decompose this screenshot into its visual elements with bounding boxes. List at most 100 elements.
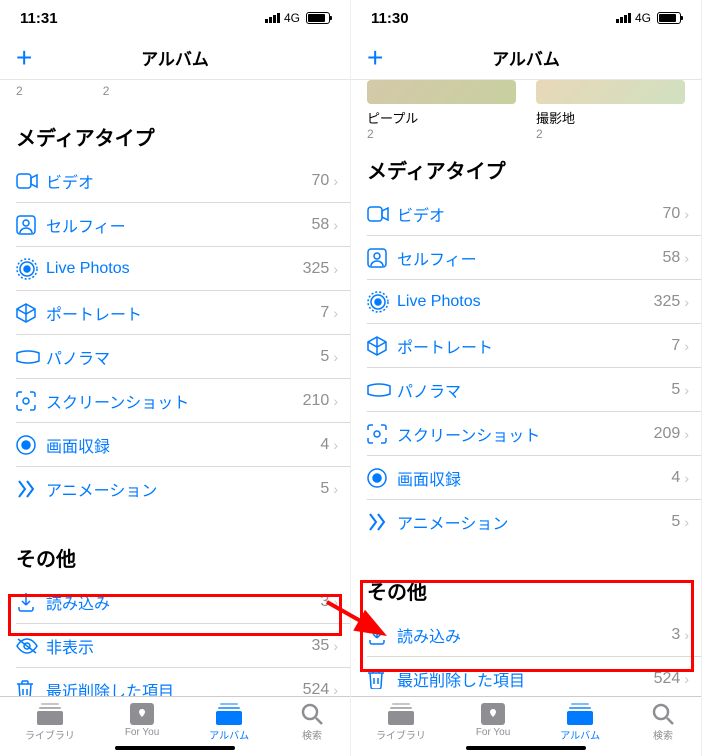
section-other: その他 xyxy=(16,529,350,580)
tab-label: 検索 xyxy=(302,727,322,742)
home-indicator[interactable] xyxy=(466,746,586,750)
album-thumb-people xyxy=(367,80,516,104)
item-count: 70 xyxy=(663,205,681,223)
list-item-screenshot[interactable]: スクリーンショット210› xyxy=(16,379,350,423)
status-time: 11:30 xyxy=(371,10,409,27)
list-item-pano[interactable]: パノラマ5› xyxy=(16,335,350,379)
item-label: 非表示 xyxy=(46,634,312,658)
library-icon xyxy=(37,703,63,725)
chevron-right-icon: › xyxy=(333,173,338,189)
item-count: 70 xyxy=(312,172,330,190)
album-thumb-places xyxy=(536,80,685,104)
import-icon xyxy=(16,592,46,612)
add-button[interactable]: + xyxy=(16,44,32,72)
chevron-right-icon: › xyxy=(333,437,338,453)
list-item-live[interactable]: Live Photos325› xyxy=(367,280,701,324)
video-icon xyxy=(16,173,46,189)
chevron-right-icon: › xyxy=(333,638,338,654)
network-label: 4G xyxy=(635,11,651,25)
live-icon xyxy=(16,258,46,280)
right-content[interactable]: ピープル 2 撮影地 2 メディアタイプ ビデオ70›セルフィー58›Live … xyxy=(351,80,701,696)
chevron-right-icon: › xyxy=(333,682,338,696)
tab-library[interactable]: ライブラリ xyxy=(376,703,426,742)
item-count: 7 xyxy=(320,304,329,322)
item-label: ビデオ xyxy=(46,169,312,193)
item-count: 325 xyxy=(654,293,681,311)
item-label: アニメーション xyxy=(46,477,320,501)
list-item-import[interactable]: 読み込み3› xyxy=(367,613,701,657)
selfie-icon xyxy=(367,248,397,268)
tab-search[interactable]: 検索 xyxy=(299,703,325,742)
list-item-trash[interactable]: 最近削除した項目524› xyxy=(367,657,701,696)
list-item-record[interactable]: 画面収録4› xyxy=(367,456,701,500)
record-icon xyxy=(16,435,46,455)
item-label: スクリーンショット xyxy=(397,422,654,446)
item-count: 5 xyxy=(320,348,329,366)
item-count: 4 xyxy=(671,469,680,487)
list-item-pano[interactable]: パノラマ5› xyxy=(367,368,701,412)
item-label: セルフィー xyxy=(397,246,663,270)
chevron-right-icon: › xyxy=(684,338,689,354)
left-content[interactable]: 2 2 メディアタイプ ビデオ70›セルフィー58›Live Photos325… xyxy=(0,80,350,696)
list-item-portrait[interactable]: ポートレート7› xyxy=(16,291,350,335)
tab-albums[interactable]: アルバム xyxy=(209,703,249,742)
chevron-right-icon: › xyxy=(333,349,338,365)
list-item-live[interactable]: Live Photos325› xyxy=(16,247,350,291)
album-places[interactable]: 撮影地 2 xyxy=(536,80,685,141)
list-item-video[interactable]: ビデオ70› xyxy=(367,192,701,236)
chevron-right-icon: › xyxy=(684,671,689,687)
item-count: 325 xyxy=(303,260,330,278)
screenshot-icon xyxy=(367,424,397,444)
list-item-selfie[interactable]: セルフィー58› xyxy=(367,236,701,280)
list-item-trash[interactable]: 最近削除した項目524› xyxy=(16,668,350,696)
list-item-anim[interactable]: アニメーション5› xyxy=(16,467,350,511)
chevron-right-icon: › xyxy=(684,514,689,530)
album-people[interactable]: ピープル 2 xyxy=(367,80,516,141)
item-label: アニメーション xyxy=(397,510,671,534)
list-item-selfie[interactable]: セルフィー58› xyxy=(16,203,350,247)
list-item-portrait[interactable]: ポートレート7› xyxy=(367,324,701,368)
tab-search[interactable]: 検索 xyxy=(650,703,676,742)
signal-bars-icon xyxy=(616,13,631,23)
chevron-right-icon: › xyxy=(333,481,338,497)
item-label: Live Photos xyxy=(46,260,303,278)
tab-label: ライブラリ xyxy=(25,727,75,742)
item-label: ポートレート xyxy=(46,301,320,325)
item-count: 7 xyxy=(671,337,680,355)
tab-foryou[interactable]: For You xyxy=(476,703,510,738)
nav-title: アルバム xyxy=(141,45,209,70)
tab-label: For You xyxy=(125,727,159,738)
add-button[interactable]: + xyxy=(367,44,383,72)
chevron-right-icon: › xyxy=(333,305,338,321)
chevron-right-icon: › xyxy=(333,594,338,610)
status-right: 4G xyxy=(616,11,681,25)
item-label: 読み込み xyxy=(397,623,671,647)
item-count: 5 xyxy=(320,480,329,498)
foryou-icon xyxy=(129,703,155,725)
list-item-video[interactable]: ビデオ70› xyxy=(16,159,350,203)
list-item-anim[interactable]: アニメーション5› xyxy=(367,500,701,544)
item-count: 524 xyxy=(303,681,330,696)
list-item-record[interactable]: 画面収録4› xyxy=(16,423,350,467)
status-bar: 11:31 4G xyxy=(0,0,350,36)
anim-icon xyxy=(16,479,46,499)
list-item-import[interactable]: 読み込み3› xyxy=(16,580,350,624)
portrait-icon xyxy=(367,336,397,356)
item-label: セルフィー xyxy=(46,213,312,237)
list-item-hidden[interactable]: 非表示35› xyxy=(16,624,350,668)
item-label: パノラマ xyxy=(46,345,320,369)
tab-foryou[interactable]: For You xyxy=(125,703,159,738)
item-count: 3 xyxy=(320,593,329,611)
list-item-screenshot[interactable]: スクリーンショット209› xyxy=(367,412,701,456)
home-indicator[interactable] xyxy=(115,746,235,750)
chevron-right-icon: › xyxy=(684,470,689,486)
trash-icon xyxy=(367,669,397,689)
pano-icon xyxy=(367,383,397,397)
chevron-right-icon: › xyxy=(684,627,689,643)
tab-library[interactable]: ライブラリ xyxy=(25,703,75,742)
signal-bars-icon xyxy=(265,13,280,23)
portrait-icon xyxy=(16,303,46,323)
status-bar: 11:30 4G xyxy=(351,0,701,36)
chevron-right-icon: › xyxy=(333,217,338,233)
tab-albums[interactable]: アルバム xyxy=(560,703,600,742)
